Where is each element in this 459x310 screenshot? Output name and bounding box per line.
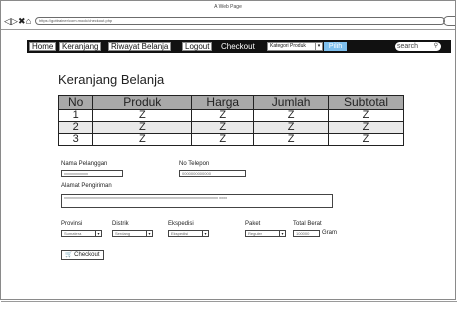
address-bar[interactable]: https://gottrainer/com.mock/checkout.php bbox=[35, 17, 445, 25]
kategori-value: Kategori Produk bbox=[270, 43, 306, 49]
menu-checkout[interactable]: Checkout bbox=[219, 42, 257, 51]
col-header-subtotal: Subtotal bbox=[328, 95, 404, 110]
cell-jumlah: Z bbox=[253, 133, 330, 146]
checkout-button[interactable]: 🛒 Checkout bbox=[61, 250, 104, 260]
menu-riwayat-belanja[interactable]: Riwayat Belanja bbox=[108, 42, 172, 51]
provinsi-value: Sumatera bbox=[64, 231, 82, 236]
cell-subtotal: Z bbox=[328, 133, 404, 146]
menu-home[interactable]: Home bbox=[29, 42, 57, 51]
cell-produk: Z bbox=[92, 109, 193, 122]
distrik-label: Distrik bbox=[112, 221, 129, 227]
col-header-no: No bbox=[57, 95, 94, 110]
provinsi-label: Provinsi bbox=[61, 221, 83, 227]
home-icon[interactable]: ⌂ bbox=[25, 16, 32, 26]
search-bar-edge[interactable] bbox=[443, 16, 455, 26]
ekspedisi-select[interactable]: Ekspedisi ▾ bbox=[168, 230, 209, 237]
search-input[interactable]: search ⚲ bbox=[395, 42, 441, 51]
nav-buttons: ◁▷✖⌂ bbox=[4, 16, 32, 26]
page-title: Keranjang Belanja bbox=[58, 72, 165, 87]
paket-label: Paket bbox=[245, 221, 261, 227]
col-header-harga: Harga bbox=[191, 95, 255, 110]
forward-icon[interactable]: ▷ bbox=[11, 16, 18, 26]
table-header-row: No Produk Harga Jumlah Subtotal bbox=[57, 95, 404, 110]
chevron-down-icon: ▾ bbox=[202, 231, 208, 236]
cell-produk: Z bbox=[92, 121, 193, 134]
chevron-down-icon: ▾ bbox=[146, 231, 152, 236]
col-header-produk: Produk bbox=[92, 95, 193, 110]
cart-icon: 🛒 bbox=[65, 252, 73, 258]
paket-select[interactable]: Reguler ▾ bbox=[245, 230, 286, 237]
search-icon: ⚲ bbox=[433, 43, 438, 49]
nama-label: Nama Pelanggan bbox=[61, 161, 108, 167]
berat-unit: Gram bbox=[322, 230, 337, 236]
telepon-label: No Telepon bbox=[179, 161, 210, 167]
browser-window: A Web Page ◁▷✖⌂ https://gottrainer/com.m… bbox=[0, 0, 457, 302]
cell-harga: Z bbox=[191, 133, 255, 146]
window-title: A Web Page bbox=[214, 4, 242, 10]
cell-no: 3 bbox=[57, 133, 94, 146]
chevron-down-icon: ▾ bbox=[279, 231, 285, 236]
ekspedisi-value: Ekspedisi bbox=[171, 231, 189, 236]
menu-logout[interactable]: Logout bbox=[182, 42, 213, 51]
total-berat-label: Total Berat bbox=[293, 221, 322, 227]
back-icon[interactable]: ◁ bbox=[4, 16, 11, 26]
distrik-select[interactable]: Serdang ▾ bbox=[112, 230, 153, 237]
menu-keranjang[interactable]: Keranjang bbox=[59, 42, 102, 51]
nama-input[interactable]: xxxxxxxxxxxx bbox=[61, 170, 123, 177]
telepon-input[interactable]: 0000000000000 bbox=[179, 170, 246, 177]
distrik-value: Serdang bbox=[115, 231, 131, 236]
cell-harga: Z bbox=[191, 121, 255, 134]
chevron-down-icon: ▾ bbox=[95, 231, 101, 236]
col-header-jumlah: Jumlah bbox=[253, 95, 330, 110]
close-icon[interactable]: ✖ bbox=[18, 16, 26, 26]
cell-subtotal: Z bbox=[328, 109, 404, 122]
alamat-label: Alamat Pengiriman bbox=[61, 183, 112, 189]
cell-jumlah: Z bbox=[253, 109, 330, 122]
cart-table: No Produk Harga Jumlah Subtotal 1 Z Z Z … bbox=[57, 95, 404, 146]
paket-value: Reguler bbox=[248, 231, 263, 236]
browser-toolbar: ◁▷✖⌂ https://gottrainer/com.mock/checkou… bbox=[1, 14, 455, 30]
checkout-button-label: Checkout bbox=[74, 252, 100, 258]
main-menu: Home Keranjang Riwayat Belanja Logout Ch… bbox=[27, 40, 451, 53]
pilih-button[interactable]: Pilih bbox=[324, 42, 347, 51]
chevron-down-icon: ▾ bbox=[315, 43, 322, 50]
cell-produk: Z bbox=[92, 133, 193, 146]
table-row: 1 Z Z Z Z bbox=[57, 109, 404, 122]
status-bar bbox=[1, 301, 457, 307]
table-row: 3 Z Z Z Z bbox=[57, 133, 404, 146]
kategori-select[interactable]: Kategori Produk ▾ bbox=[267, 42, 323, 51]
ekspedisi-label: Ekspedisi bbox=[168, 221, 194, 227]
alamat-textarea[interactable]: xxxxxxxxxxxxxxxxxxxxxxxxxxxxxxxxxxxxxxxx… bbox=[61, 194, 333, 208]
search-placeholder: search bbox=[397, 43, 419, 50]
table-row: 2 Z Z Z Z bbox=[57, 121, 404, 134]
cell-no: 1 bbox=[57, 109, 94, 122]
total-berat-input[interactable]: 100000 bbox=[293, 230, 320, 237]
cell-jumlah: Z bbox=[253, 121, 330, 134]
provinsi-select[interactable]: Sumatera ▾ bbox=[61, 230, 102, 237]
cell-no: 2 bbox=[57, 121, 94, 134]
cell-harga: Z bbox=[191, 109, 255, 122]
cell-subtotal: Z bbox=[328, 121, 404, 134]
